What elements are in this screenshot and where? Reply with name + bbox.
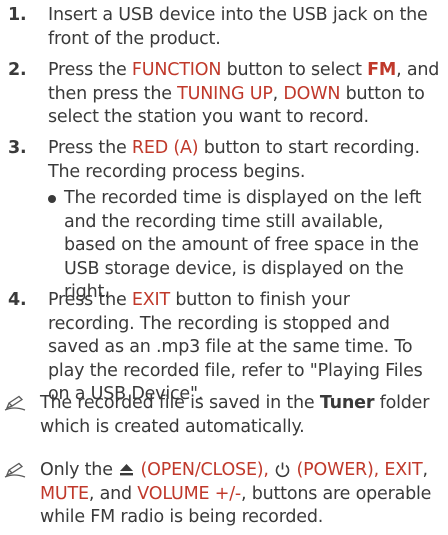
step-text: Insert a USB device into the USB jack on… bbox=[48, 5, 428, 49]
pencil-note-icon bbox=[4, 462, 26, 478]
volume-label: VOLUME +/- bbox=[137, 483, 241, 504]
step-2: 2. Press the FUNCTION button to select F… bbox=[8, 59, 440, 131]
step-1: 1. Insert a USB device into the USB jack… bbox=[8, 4, 440, 52]
step-text: Press the EXIT button to finish your rec… bbox=[48, 290, 423, 405]
pencil-note-icon bbox=[4, 395, 26, 411]
note-2: Only the (OPEN/CLOSE), (POWER), EXIT, MU… bbox=[0, 459, 440, 531]
step-4: 4. Press the EXIT button to finish your … bbox=[8, 289, 440, 404]
mute-label: MUTE bbox=[40, 483, 89, 504]
step-3: 3. Press the RED (A) button to start rec… bbox=[8, 137, 440, 185]
step-text: Press the FUNCTION button to select FM, … bbox=[48, 60, 440, 128]
tuner-folder-label: Tuner bbox=[319, 393, 375, 413]
exit-label: EXIT bbox=[384, 460, 423, 480]
note-1: The recorded file is saved in the Tuner … bbox=[0, 392, 440, 440]
red-a-button-label: RED (A) bbox=[131, 138, 199, 158]
step-text: Press the RED (A) button to start record… bbox=[48, 138, 420, 182]
down-label: DOWN bbox=[283, 83, 341, 104]
step-number: 4. bbox=[8, 290, 27, 310]
eject-icon bbox=[120, 464, 134, 476]
instruction-page: 1. Insert a USB device into the USB jack… bbox=[0, 0, 448, 535]
tuning-up-label: TUNING UP bbox=[177, 83, 273, 104]
function-button-label: FUNCTION bbox=[131, 60, 222, 80]
power-label: (POWER), bbox=[296, 460, 385, 480]
open-close-label: (OPEN/CLOSE), bbox=[140, 460, 275, 480]
bullet-item: The recorded time is displayed on the le… bbox=[48, 187, 440, 302]
bullet-dot bbox=[48, 195, 56, 203]
step-number: 2. bbox=[8, 60, 27, 80]
fm-label: FM bbox=[367, 60, 397, 80]
step-number: 1. bbox=[8, 5, 27, 25]
exit-button-label: EXIT bbox=[131, 290, 171, 310]
power-icon bbox=[275, 462, 290, 478]
step-number: 3. bbox=[8, 138, 27, 158]
